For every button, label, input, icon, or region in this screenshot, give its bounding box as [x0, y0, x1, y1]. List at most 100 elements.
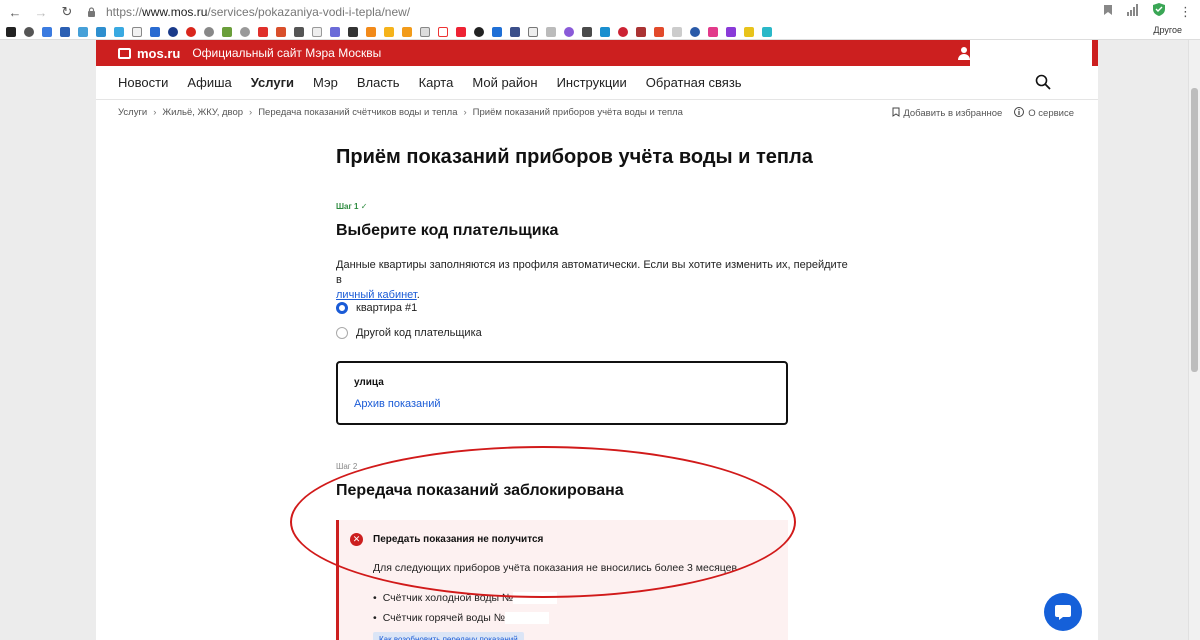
- menu-dots-icon[interactable]: ⋮: [1179, 4, 1192, 20]
- breadcrumb-item: Приём показаний приборов учёта воды и те…: [472, 106, 683, 118]
- user-icon[interactable]: [958, 46, 970, 60]
- bookmark-icon[interactable]: [510, 26, 520, 37]
- bookmark-icon[interactable]: [636, 26, 646, 37]
- chat-icon: [1055, 605, 1071, 620]
- bookmark-icon[interactable]: [438, 26, 448, 37]
- lock-icon: [82, 3, 100, 21]
- scrollbar[interactable]: [1188, 40, 1200, 640]
- personal-account-link[interactable]: личный кабинет: [336, 289, 417, 301]
- about-service[interactable]: О сервисе: [1014, 107, 1074, 119]
- nav-item-my-district[interactable]: Мой район: [472, 75, 537, 90]
- breadcrumb-item[interactable]: Передача показаний счётчиков воды и тепл…: [258, 107, 457, 118]
- bookmark-icon[interactable]: [456, 26, 466, 37]
- radio-label: Другой код плательщика: [356, 327, 482, 339]
- bookmark-icon[interactable]: [60, 26, 70, 37]
- bookmark-icon[interactable]: [276, 26, 286, 37]
- radio-label: квартира #1: [356, 302, 418, 314]
- bookmark-icon[interactable]: [420, 26, 430, 37]
- reload-icon[interactable]: ↻: [58, 3, 76, 21]
- add-to-favorites[interactable]: Добавить в избранное: [892, 107, 1002, 119]
- bookmark-icon[interactable]: [708, 26, 718, 37]
- chevron-right-icon: ›: [153, 106, 157, 118]
- search-icon[interactable]: [1035, 74, 1051, 93]
- site-logo[interactable]: mos.ru: [137, 46, 180, 61]
- chat-button[interactable]: [1044, 593, 1082, 631]
- bookmark-icon[interactable]: [294, 26, 304, 37]
- payer-option-apartment[interactable]: квартира #1: [336, 302, 417, 314]
- bookmark-icon[interactable]: [204, 26, 214, 37]
- step-1-title: Выберите код плательщика: [336, 222, 559, 239]
- bookmark-icon[interactable]: [114, 26, 124, 37]
- nav-item-news[interactable]: Новости: [118, 75, 168, 90]
- bookmark-icon[interactable]: [690, 26, 700, 37]
- bookmark-icon[interactable]: [474, 26, 484, 37]
- nav-item-government[interactable]: Власть: [357, 75, 400, 90]
- bookmark-icon[interactable]: [186, 26, 196, 37]
- scrollbar-thumb[interactable]: [1191, 88, 1198, 372]
- payer-option-other[interactable]: Другой код плательщика: [336, 327, 482, 339]
- bookmark-icon[interactable]: [222, 26, 232, 37]
- bookmark-icon[interactable]: [132, 26, 142, 37]
- bookmark-icon[interactable]: [564, 26, 574, 37]
- bookmark-icon[interactable]: [762, 26, 772, 37]
- bookmark-icon[interactable]: [150, 26, 160, 37]
- bookmark-icon[interactable]: [528, 26, 538, 37]
- resume-readings-button[interactable]: Как возобновить передачу показаний: [373, 632, 524, 640]
- forward-icon[interactable]: →: [32, 3, 50, 21]
- url-field[interactable]: https://www.mos.ru/services/pokazaniya-v…: [106, 5, 410, 19]
- bookmark-icon[interactable]: [6, 26, 16, 37]
- bookmark-icon[interactable]: [42, 26, 52, 37]
- nav-item-feedback[interactable]: Обратная связь: [646, 75, 742, 90]
- bookmark-icon[interactable]: [726, 26, 736, 37]
- bookmark-icon[interactable]: [546, 26, 556, 37]
- other-bookmarks[interactable]: Другое: [1153, 25, 1182, 35]
- bookmark-icon[interactable]: [744, 26, 754, 37]
- info-icon: [1014, 107, 1025, 117]
- bookmark-icon[interactable]: [96, 26, 106, 37]
- mos-logo-icon: [118, 47, 131, 59]
- bookmark-icon[interactable]: [258, 26, 268, 37]
- page-title: Приём показаний приборов учёта воды и те…: [336, 146, 813, 168]
- bookmark-icon[interactable]: [366, 26, 376, 37]
- breadcrumb-item[interactable]: Жильё, ЖКУ, двор: [162, 107, 243, 118]
- bookmark-icon[interactable]: [78, 26, 88, 37]
- bookmark-icon[interactable]: [582, 26, 592, 37]
- bookmark-icon[interactable]: [654, 26, 664, 37]
- nav-item-services[interactable]: Услуги: [251, 75, 294, 90]
- nav-item-afisha[interactable]: Афиша: [187, 75, 231, 90]
- redaction-mask: [504, 612, 549, 625]
- nav-item-instructions[interactable]: Инструкции: [557, 75, 627, 90]
- user-area: [970, 40, 1092, 66]
- bookmark-icon[interactable]: [618, 26, 628, 37]
- back-icon[interactable]: ←: [6, 3, 24, 21]
- bookmark-icon[interactable]: [600, 26, 610, 37]
- site-header: mos.ru Официальный сайт Мэра Москвы: [96, 40, 1098, 66]
- bookmark-icon: [892, 107, 900, 117]
- nav-item-mayor[interactable]: Мэр: [313, 75, 338, 90]
- step-1-description: Данные квартиры заполняются из профиля а…: [336, 259, 848, 301]
- address-street: улица: [354, 377, 384, 388]
- bookmark-icon[interactable]: [312, 26, 322, 37]
- bookmark-star-icon[interactable]: [1103, 3, 1113, 21]
- nav-item-map[interactable]: Карта: [419, 75, 454, 90]
- browser-address-bar: ← → ↻ https://www.mos.ru/services/pokaza…: [0, 0, 1200, 24]
- bookmark-icon[interactable]: [348, 26, 358, 37]
- bookmark-icon[interactable]: [672, 26, 682, 37]
- signal-icon[interactable]: [1127, 3, 1139, 21]
- bookmark-icon[interactable]: [384, 26, 394, 37]
- chevron-right-icon: ›: [463, 106, 467, 118]
- bookmarks-bar: Другое: [0, 24, 1200, 40]
- breadcrumb-item[interactable]: Услуги: [118, 107, 147, 118]
- site-header-title: Официальный сайт Мэра Москвы: [192, 46, 382, 60]
- radio-selected[interactable]: [336, 302, 348, 314]
- radio-unselected[interactable]: [336, 327, 348, 339]
- bookmark-icon[interactable]: [402, 26, 412, 37]
- shield-extension-icon[interactable]: [1153, 3, 1165, 21]
- bookmark-icon[interactable]: [168, 26, 178, 37]
- readings-archive-link[interactable]: Архив показаний: [354, 398, 770, 410]
- step-2-label: Шаг 2: [336, 462, 358, 471]
- bookmark-icon[interactable]: [492, 26, 502, 37]
- bookmark-icon[interactable]: [330, 26, 340, 37]
- bookmark-icon[interactable]: [24, 26, 34, 37]
- bookmark-icon[interactable]: [240, 26, 250, 37]
